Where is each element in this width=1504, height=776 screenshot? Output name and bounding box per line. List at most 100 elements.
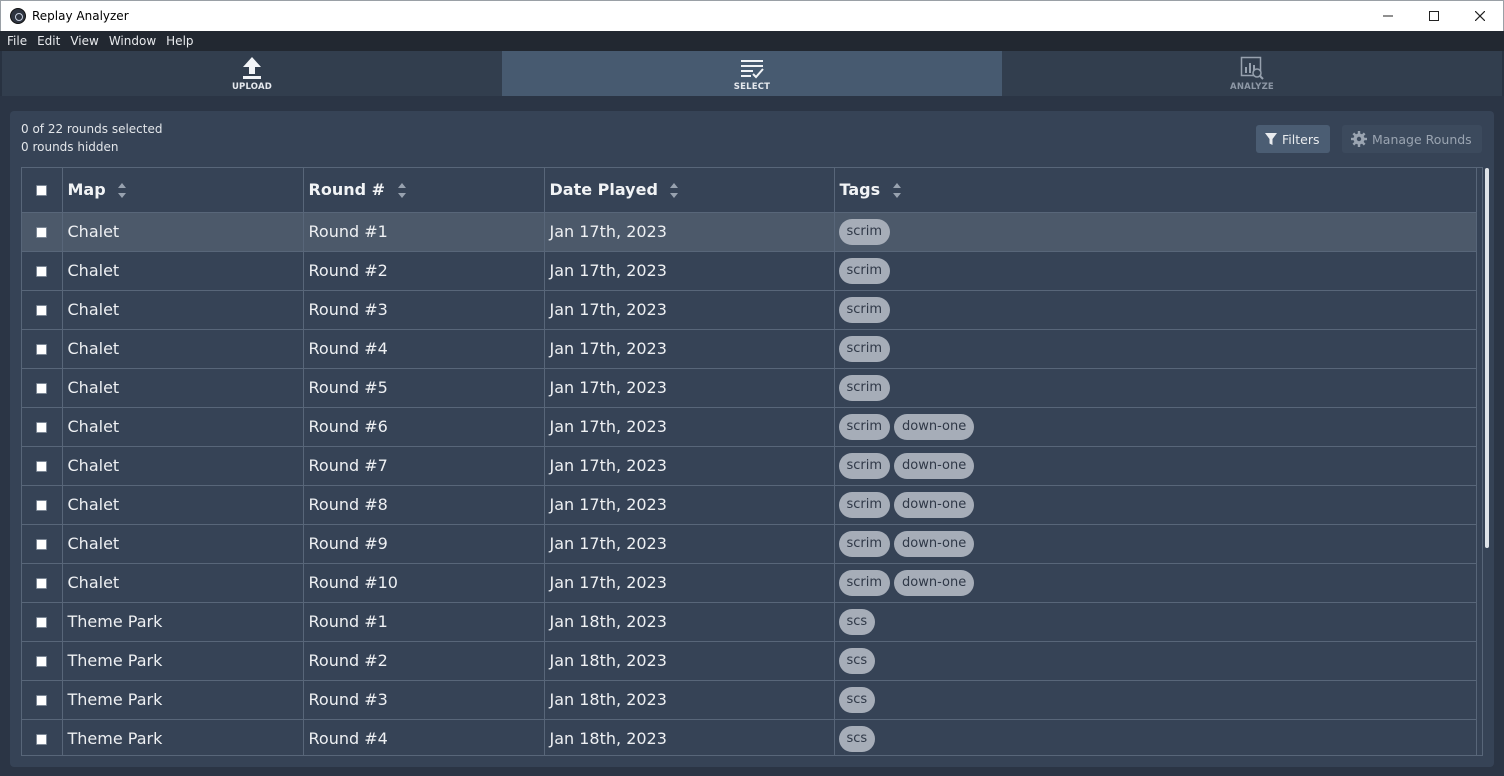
tag-chip[interactable]: scs bbox=[838, 686, 876, 713]
map-cell: Theme Park bbox=[62, 641, 304, 681]
tag-chip[interactable]: scrim bbox=[838, 413, 891, 440]
map-cell: Chalet bbox=[62, 563, 304, 603]
row-checkbox[interactable] bbox=[36, 344, 48, 355]
header-map[interactable]: Map bbox=[62, 168, 304, 213]
table-row[interactable]: Chalet Round #10 Jan 17th, 2023 scrim down-o… bbox=[22, 563, 1477, 603]
tag-chip[interactable]: scs bbox=[838, 725, 876, 752]
sort-arrows-icon[interactable] bbox=[397, 183, 406, 199]
table-row[interactable]: Chalet Round #6 Jan 17th, 2023 scrim down-on… bbox=[22, 407, 1477, 447]
tags-cell: scs bbox=[834, 680, 1477, 720]
select-all-checkbox[interactable] bbox=[36, 185, 48, 197]
sort-arrows-icon[interactable] bbox=[118, 183, 127, 199]
table-row[interactable]: Theme Park Round #4 Jan 18th, 2023 scs bbox=[22, 719, 1477, 755]
table-row[interactable]: Chalet Round #9 Jan 17th, 2023 scrim down-on… bbox=[22, 524, 1477, 564]
row-checkbox[interactable] bbox=[36, 695, 48, 706]
select-list-icon bbox=[741, 60, 764, 79]
tab-upload[interactable]: UPLOAD bbox=[2, 51, 502, 96]
row-checkbox[interactable] bbox=[36, 305, 48, 316]
tag-chip[interactable]: scrim bbox=[838, 296, 891, 323]
table-scrollbar[interactable] bbox=[1485, 168, 1489, 548]
round-cell: Round #6 bbox=[303, 407, 545, 447]
map-cell: Theme Park bbox=[62, 602, 304, 642]
map-cell: Chalet bbox=[62, 329, 304, 369]
hidden-count: 0 rounds hidden bbox=[21, 140, 119, 154]
table-row[interactable]: Chalet Round #1 Jan 17th, 2023 scrim bbox=[22, 212, 1477, 252]
table-row[interactable]: Theme Park Round #3 Jan 18th, 2023 scs bbox=[22, 680, 1477, 720]
close-button[interactable] bbox=[1457, 1, 1503, 31]
table-row[interactable]: Chalet Round #8 Jan 17th, 2023 scrim down-on… bbox=[22, 485, 1477, 525]
table-row[interactable]: Theme Park Round #2 Jan 18th, 2023 scs bbox=[22, 641, 1477, 681]
row-checkbox[interactable] bbox=[36, 656, 48, 667]
maximize-button[interactable] bbox=[1411, 1, 1457, 31]
row-select-cell bbox=[22, 446, 63, 486]
menu-edit[interactable]: Edit bbox=[32, 34, 65, 48]
header-round[interactable]: Round # bbox=[303, 168, 545, 213]
row-checkbox[interactable] bbox=[36, 578, 48, 589]
row-checkbox[interactable] bbox=[36, 422, 48, 433]
tag-chip[interactable]: down-one bbox=[894, 413, 975, 440]
header-date[interactable]: Date Played bbox=[544, 168, 835, 213]
row-checkbox[interactable] bbox=[36, 266, 48, 277]
row-select-cell bbox=[22, 407, 63, 447]
table-row[interactable]: Chalet Round #4 Jan 17th, 2023 scrim bbox=[22, 329, 1477, 369]
tags-cell: scrim bbox=[834, 368, 1477, 408]
row-checkbox[interactable] bbox=[36, 617, 48, 628]
header-tags[interactable]: Tags bbox=[834, 168, 1477, 213]
tab-select[interactable]: SELECT bbox=[502, 51, 1002, 96]
date-cell: Jan 17th, 2023 bbox=[544, 368, 835, 408]
table-row[interactable]: Theme Park Round #1 Jan 18th, 2023 scs bbox=[22, 602, 1477, 642]
tag-chip[interactable]: scs bbox=[838, 647, 876, 674]
date-cell: Jan 18th, 2023 bbox=[544, 719, 835, 755]
filters-button[interactable]: Filters bbox=[1256, 125, 1330, 153]
tag-chip[interactable]: scrim bbox=[838, 257, 891, 284]
round-cell: Round #1 bbox=[303, 602, 545, 642]
manage-rounds-label: Manage Rounds bbox=[1372, 131, 1472, 147]
row-checkbox[interactable] bbox=[36, 500, 48, 511]
menu-view[interactable]: View bbox=[65, 34, 103, 48]
tag-chip[interactable]: down-one bbox=[894, 452, 975, 479]
sort-arrows-icon[interactable] bbox=[892, 183, 901, 199]
tag-chip[interactable]: down-one bbox=[894, 491, 975, 518]
row-select-cell bbox=[22, 290, 63, 330]
maximize-icon bbox=[1429, 11, 1439, 21]
row-checkbox[interactable] bbox=[36, 383, 48, 394]
filter-icon bbox=[1265, 132, 1277, 145]
tag-chip[interactable]: scrim bbox=[838, 218, 891, 245]
row-select-cell bbox=[22, 485, 63, 525]
tags-cell: scrim bbox=[834, 290, 1477, 330]
row-checkbox[interactable] bbox=[36, 734, 48, 745]
tag-chip[interactable]: scrim bbox=[838, 569, 891, 596]
tags-cell: scrim bbox=[834, 251, 1477, 291]
table-row[interactable]: Chalet Round #2 Jan 17th, 2023 scrim bbox=[22, 251, 1477, 291]
manage-rounds-button[interactable]: Manage Rounds bbox=[1342, 125, 1482, 153]
date-cell: Jan 17th, 2023 bbox=[544, 407, 835, 447]
select-all-cell bbox=[22, 168, 63, 213]
tag-chip[interactable]: down-one bbox=[894, 530, 975, 557]
tag-chip[interactable]: scrim bbox=[838, 491, 891, 518]
table-row[interactable]: Chalet Round #5 Jan 17th, 2023 scrim bbox=[22, 368, 1477, 408]
menu-window[interactable]: Window bbox=[104, 34, 161, 48]
tag-chip[interactable]: scrim bbox=[838, 452, 891, 479]
round-cell: Round #9 bbox=[303, 524, 545, 564]
sort-arrows-icon[interactable] bbox=[670, 183, 679, 199]
table-row[interactable]: Chalet Round #3 Jan 17th, 2023 scrim bbox=[22, 290, 1477, 330]
minimize-button[interactable] bbox=[1365, 1, 1411, 31]
row-checkbox[interactable] bbox=[36, 227, 48, 238]
menu-file[interactable]: File bbox=[2, 34, 32, 48]
row-checkbox[interactable] bbox=[36, 539, 48, 550]
table-row[interactable]: Chalet Round #7 Jan 17th, 2023 scrim down-on… bbox=[22, 446, 1477, 486]
header-tags-label: Tags bbox=[839, 180, 881, 200]
tag-chip[interactable]: scs bbox=[838, 608, 876, 635]
date-cell: Jan 17th, 2023 bbox=[544, 524, 835, 564]
menu-help[interactable]: Help bbox=[161, 34, 198, 48]
nav-tabs: UPLOAD SELECT ANALYZE bbox=[0, 51, 1504, 96]
tag-chip[interactable]: scrim bbox=[838, 530, 891, 557]
date-cell: Jan 18th, 2023 bbox=[544, 641, 835, 681]
rounds-table: Map Round # Date Played Tags Chalet Roun… bbox=[21, 167, 1483, 756]
tag-chip[interactable]: scrim bbox=[838, 335, 891, 362]
tag-chip[interactable]: scrim bbox=[838, 374, 891, 401]
row-checkbox[interactable] bbox=[36, 461, 48, 472]
filters-label: Filters bbox=[1282, 131, 1320, 147]
tag-chip[interactable]: down-one bbox=[894, 569, 975, 596]
tab-analyze[interactable]: ANALYZE bbox=[1002, 51, 1502, 96]
